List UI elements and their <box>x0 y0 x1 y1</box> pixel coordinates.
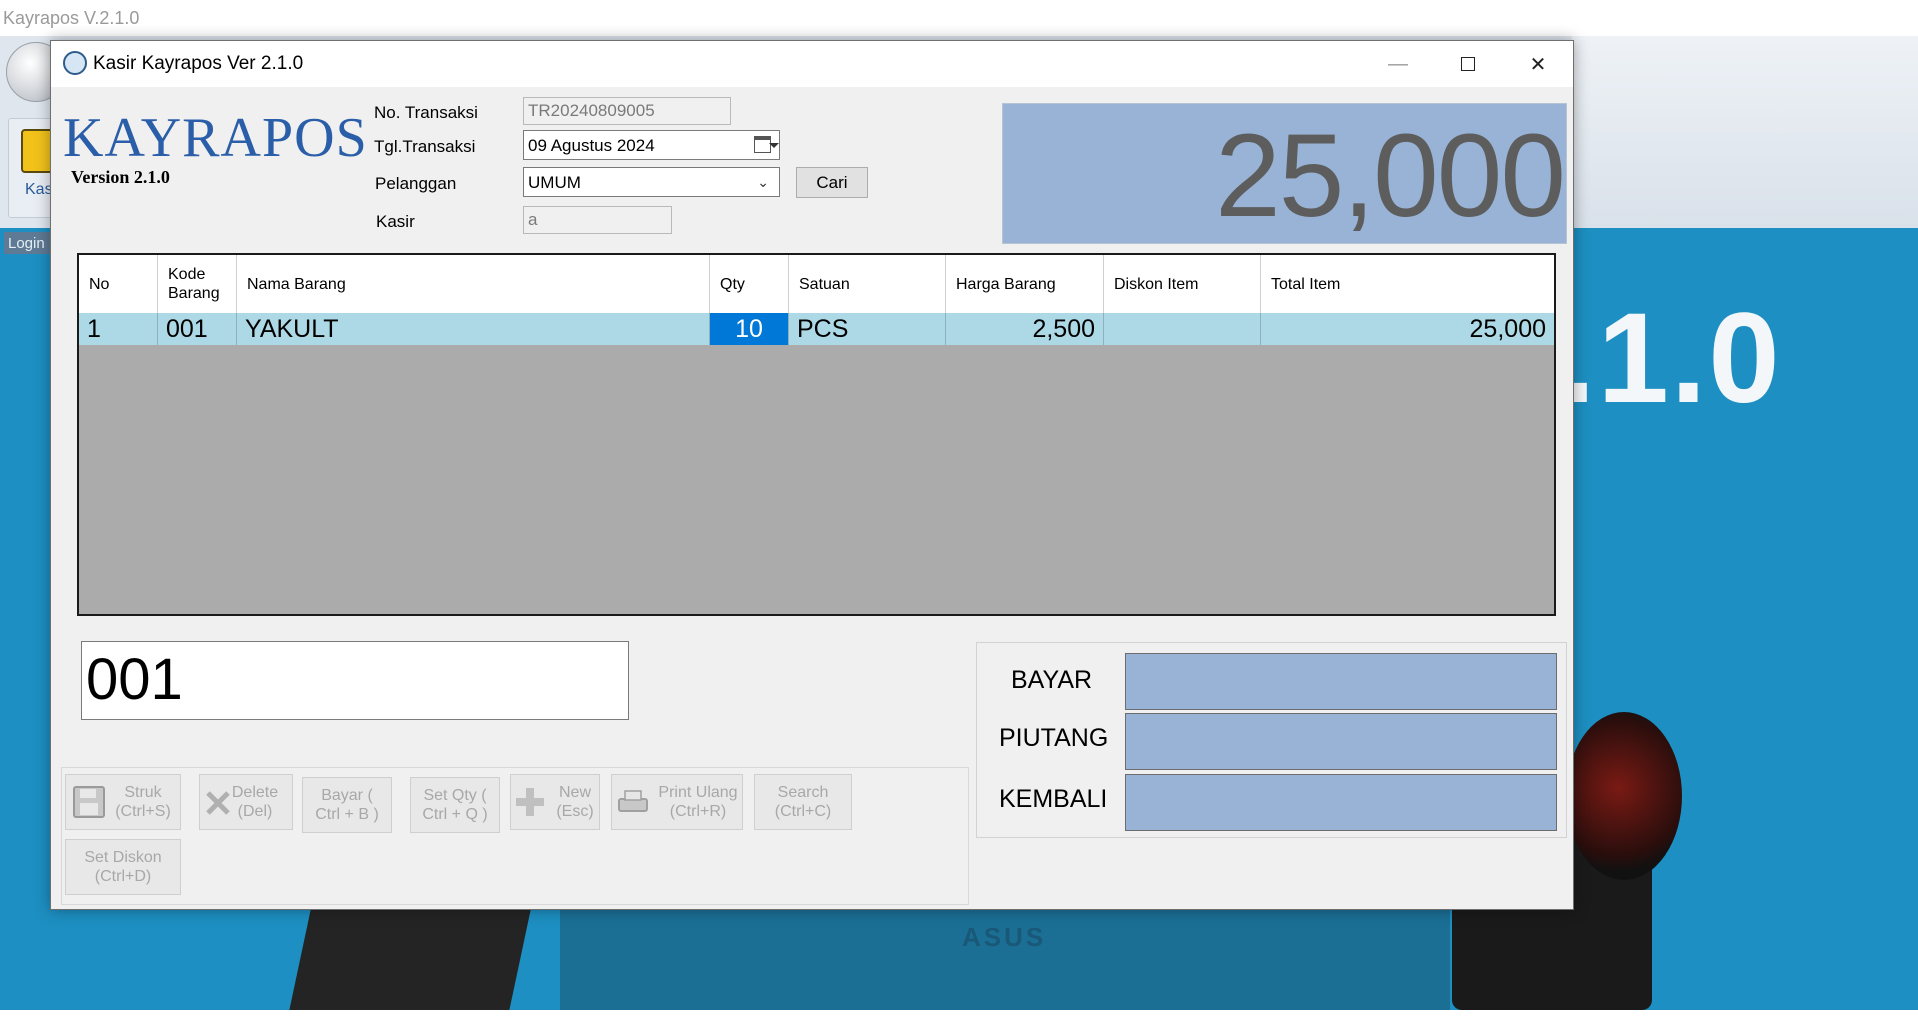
bayar-button-label: Bayar ( Ctrl + B ) <box>315 787 379 823</box>
bayar-label: BAYAR <box>1011 666 1093 694</box>
piutang-label: PIUTANG <box>999 724 1109 752</box>
minimize-button[interactable]: — <box>1363 41 1433 87</box>
minimize-icon: — <box>1388 52 1408 75</box>
cari-button[interactable]: Cari <box>796 167 868 198</box>
bayar-field[interactable] <box>1125 653 1557 710</box>
dropdown-arrow-icon <box>769 143 779 148</box>
plus-icon <box>516 788 544 816</box>
grid-header: No Kode Barang Nama Barang Qty Satuan Ha… <box>79 255 1554 313</box>
piutang-field[interactable] <box>1125 713 1557 770</box>
cell-total[interactable]: 25,000 <box>1261 313 1554 345</box>
pelanggan-label: Pelanggan <box>375 174 457 193</box>
struk-label: Struk (Ctrl+S) <box>115 784 171 820</box>
col-header-satuan[interactable]: Satuan <box>789 255 946 313</box>
main-app-title: Kayrapos V.2.1.0 <box>3 8 140 28</box>
login-tab[interactable]: Login <box>4 232 52 254</box>
maximize-button[interactable] <box>1433 41 1503 87</box>
kasir-label: Kasir <box>376 212 415 231</box>
main-app-titlebar: Kayrapos V.2.1.0 <box>0 0 1918 36</box>
items-grid[interactable]: No Kode Barang Nama Barang Qty Satuan Ha… <box>77 253 1556 616</box>
col-header-nama-barang[interactable]: Nama Barang <box>237 255 710 313</box>
cell-nama[interactable]: YAKULT <box>237 313 710 345</box>
grand-total-value: 25,000 <box>1215 110 1566 242</box>
cell-kode[interactable]: 001 <box>158 313 237 345</box>
item-code-input[interactable]: 001 <box>81 641 629 720</box>
kasir-window: Kasir Kayrapos Ver 2.1.0 — ✕ KAYRAPOS Ve… <box>50 40 1574 910</box>
bottom-strip <box>0 1010 1918 1018</box>
delete-button[interactable]: Delete (Del) <box>199 774 293 830</box>
col-header-harga-barang[interactable]: Harga Barang <box>946 255 1104 313</box>
delete-label: Delete (Del) <box>231 784 279 820</box>
maximize-icon <box>1461 57 1475 71</box>
search-label: Search (Ctrl+C) <box>774 784 832 820</box>
kembali-field[interactable] <box>1125 774 1557 831</box>
pelanggan-select[interactable]: UMUM ⌄ <box>523 167 780 197</box>
col-header-kode-barang[interactable]: Kode Barang <box>158 255 237 313</box>
search-button[interactable]: Search (Ctrl+C) <box>754 774 852 830</box>
app-icon <box>63 51 87 75</box>
cell-diskon[interactable] <box>1104 313 1261 345</box>
struk-button[interactable]: Struk (Ctrl+S) <box>65 774 181 830</box>
kayrapos-logo: KAYRAPOS <box>63 107 368 169</box>
window-title: Kasir Kayrapos Ver 2.1.0 <box>93 53 304 74</box>
set-qty-button[interactable]: Set Qty ( Ctrl + Q ) <box>410 777 500 833</box>
ribbon-right-area <box>1572 36 1918 228</box>
no-transaksi-field[interactable]: TR20240809005 <box>523 97 731 125</box>
laptop-brand-text: ASUS <box>962 922 1047 952</box>
kembali-label: KEMBALI <box>999 785 1108 813</box>
col-header-diskon-item[interactable]: Diskon Item <box>1104 255 1261 313</box>
cell-no[interactable]: 1 <box>79 313 158 345</box>
new-button[interactable]: New (Esc) <box>510 774 600 830</box>
no-transaksi-label: No. Transaksi <box>374 103 478 122</box>
receipt-printer-image <box>288 905 532 1015</box>
chevron-down-icon: ⌄ <box>757 174 769 190</box>
new-label: New (Esc) <box>556 784 594 820</box>
window-titlebar[interactable]: Kasir Kayrapos Ver 2.1.0 — ✕ <box>51 41 1573 87</box>
set-qty-label: Set Qty ( Ctrl + Q ) <box>422 787 488 823</box>
col-header-total-item[interactable]: Total Item <box>1261 255 1554 313</box>
logo-version: Version 2.1.0 <box>71 167 170 187</box>
set-diskon-button[interactable]: Set Diskon (Ctrl+D) <box>65 839 181 895</box>
pelanggan-value: UMUM <box>528 173 581 192</box>
printer-icon <box>618 790 648 812</box>
tgl-transaksi-datepicker[interactable]: 09 Agustus 2024 <box>523 130 780 160</box>
col-header-qty[interactable]: Qty <box>710 255 789 313</box>
splash-version-text: .1.0 <box>1560 287 1782 430</box>
print-ulang-button[interactable]: Print Ulang (Ctrl+R) <box>611 774 743 830</box>
save-icon <box>73 786 105 818</box>
laptop-image: ASUS <box>560 900 1450 1014</box>
login-tab-label: Login <box>8 235 45 252</box>
set-diskon-label: Set Diskon (Ctrl+D) <box>84 849 162 885</box>
bayar-button[interactable]: Bayar ( Ctrl + B ) <box>302 777 392 833</box>
close-icon: ✕ <box>1529 53 1547 76</box>
col-header-no[interactable]: No <box>79 255 158 313</box>
grand-total-display: 25,000 <box>1002 103 1567 244</box>
close-button[interactable]: ✕ <box>1503 41 1573 87</box>
ribbon-kasir-label: Kas <box>25 181 53 198</box>
tgl-transaksi-label: Tgl.Transaksi <box>374 137 476 156</box>
kasir-field[interactable]: a <box>523 206 672 234</box>
cell-satuan[interactable]: PCS <box>789 313 946 345</box>
table-row[interactable]: 1 001 YAKULT 10 PCS 2,500 25,000 <box>79 313 1554 345</box>
tgl-transaksi-value: 09 Agustus 2024 <box>528 136 655 155</box>
barcode-scanner-head <box>1566 712 1682 880</box>
print-ulang-label: Print Ulang (Ctrl+R) <box>658 784 738 820</box>
cell-harga[interactable]: 2,500 <box>946 313 1104 345</box>
cell-qty[interactable]: 10 <box>710 313 789 345</box>
